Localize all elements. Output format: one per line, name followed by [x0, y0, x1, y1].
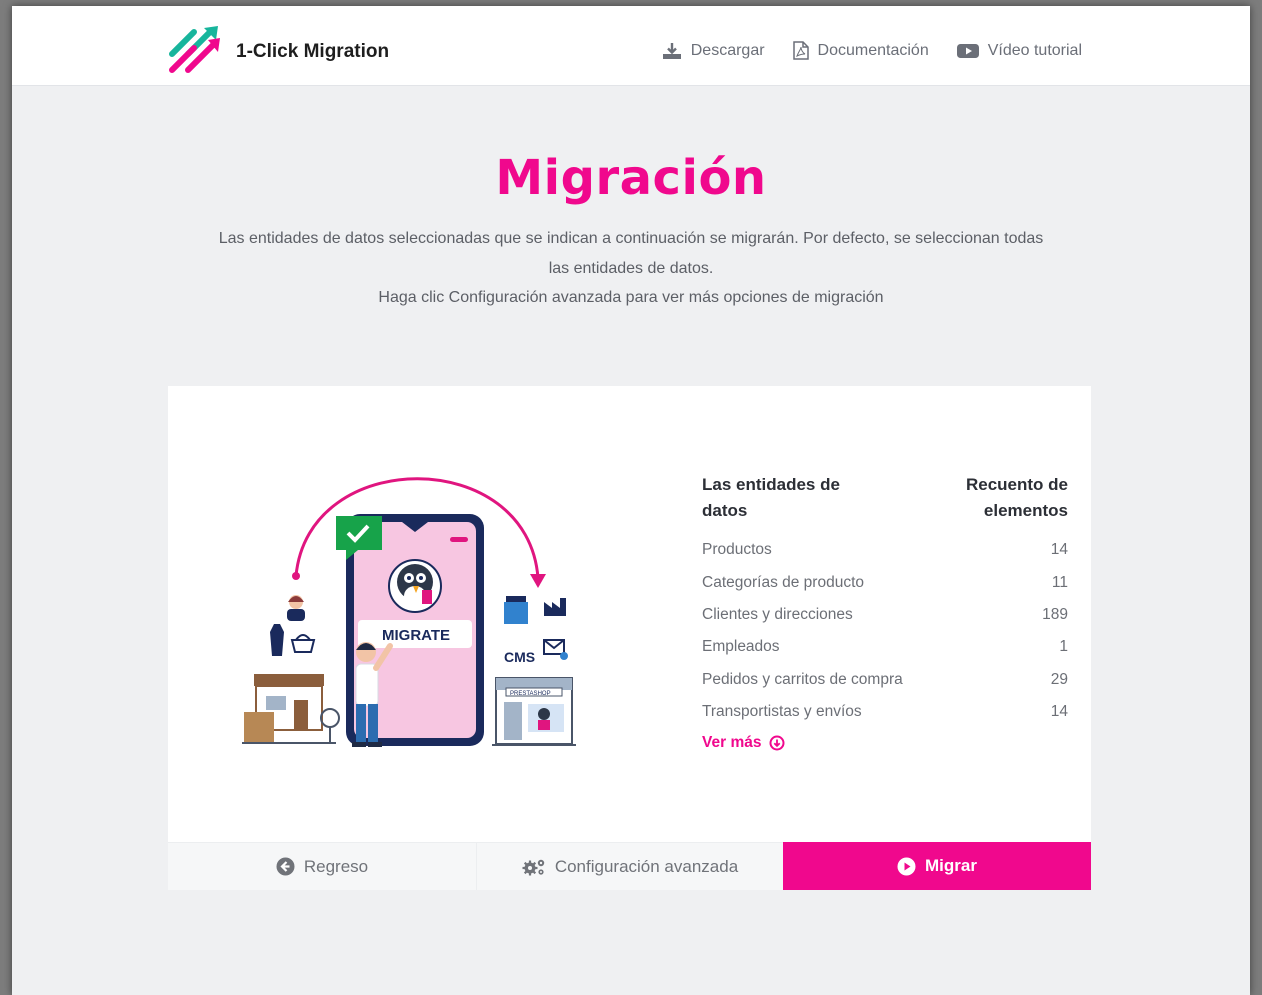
back-label: Regreso [303, 856, 369, 876]
download-icon [662, 42, 681, 59]
entity-count: 14 [1050, 703, 1068, 721]
description-line-1: Las entidades de datos seleccionadas que… [218, 230, 1044, 277]
table-row: Empleados 1 [702, 631, 1068, 663]
logo-icon [169, 26, 220, 73]
entity-count: 11 [1051, 573, 1068, 591]
app-window: 1-Click Migration Descargar Documentació… [12, 6, 1250, 995]
column-header-count: Recuento de elementos [965, 475, 1068, 520]
migrate-label: Migrar [925, 856, 977, 875]
data-entities-table: Las entidades de datos Recuento de eleme… [702, 472, 1068, 752]
table-header: Las entidades de datos Recuento de eleme… [702, 472, 1068, 524]
entity-count: 14 [1050, 541, 1068, 559]
entity-name: Pedidos y carritos de compra [702, 670, 903, 688]
page-description: Las entidades de datos seleccionadas que… [216, 224, 1046, 313]
description-line-2: Haga clic Configuración avanzada para ve… [378, 289, 884, 306]
illus-shop-text: PRESTASHOP [510, 691, 551, 697]
top-nav: Descargar Documentación Vídeo tutorial [662, 41, 1082, 60]
gears-icon [522, 859, 545, 875]
entity-name: Empleados [702, 638, 780, 656]
download-link[interactable]: Descargar [662, 41, 765, 60]
entity-count: 29 [1050, 670, 1068, 688]
migration-illustration: MIGRATE CMS PRESTASHOP [242, 477, 576, 747]
entity-name: Clientes y direcciones [702, 605, 853, 623]
table-row: Productos 14 [702, 534, 1068, 566]
see-more-link[interactable]: Ver más [702, 734, 1068, 752]
migrate-button[interactable]: Migrar [783, 842, 1091, 890]
table-body: Productos 14 Categorías de producto 11 C… [702, 534, 1068, 728]
documentation-label: Documentación [817, 41, 929, 59]
illus-migrate-text: MIGRATE [382, 627, 450, 644]
circle-arrow-down-icon [769, 735, 785, 751]
back-button[interactable]: Regreso [168, 842, 476, 890]
table-row: Pedidos y carritos de compra 29 [702, 664, 1068, 696]
brand[interactable]: 1-Click Migration [168, 24, 389, 76]
entity-name: Transportistas y envíos [702, 703, 862, 721]
download-label: Descargar [690, 41, 765, 59]
top-bar: 1-Click Migration Descargar Documentació… [12, 6, 1250, 86]
entity-name: Productos [702, 541, 772, 559]
app-name: 1-Click Migration [236, 41, 390, 62]
advanced-settings-button[interactable]: Configuración avanzada [476, 842, 783, 890]
column-header-entities: Las entidades de datos [702, 475, 840, 520]
migration-card: MIGRATE CMS PRESTASHOP Las entidades de … [168, 386, 1091, 890]
illus-cms-text: CMS [504, 649, 535, 665]
entity-count: 1 [1059, 638, 1068, 656]
documentation-link[interactable]: Documentación [792, 41, 929, 60]
entity-name: Categorías de producto [702, 573, 864, 591]
table-row: Transportistas y envíos 14 [702, 696, 1068, 728]
table-row: Clientes y direcciones 189 [702, 599, 1068, 631]
play-circle-icon [897, 857, 916, 875]
action-bar: Regreso Configuración avanzada Migrar [168, 842, 1091, 890]
video-tutorial-link[interactable]: Vídeo tutorial [956, 41, 1082, 60]
see-more-label: Ver más [702, 734, 762, 752]
hero: Migración Las entidades de datos selecci… [12, 86, 1250, 313]
entity-count: 189 [1042, 605, 1068, 623]
arrow-left-circle-icon [276, 857, 295, 876]
table-row: Categorías de producto 11 [702, 566, 1068, 598]
video-tutorial-label: Vídeo tutorial [987, 41, 1082, 59]
video-icon [956, 43, 979, 58]
page-title: Migración [495, 150, 767, 206]
pdf-icon [792, 41, 809, 60]
advanced-settings-label: Configuración avanzada [554, 856, 739, 876]
